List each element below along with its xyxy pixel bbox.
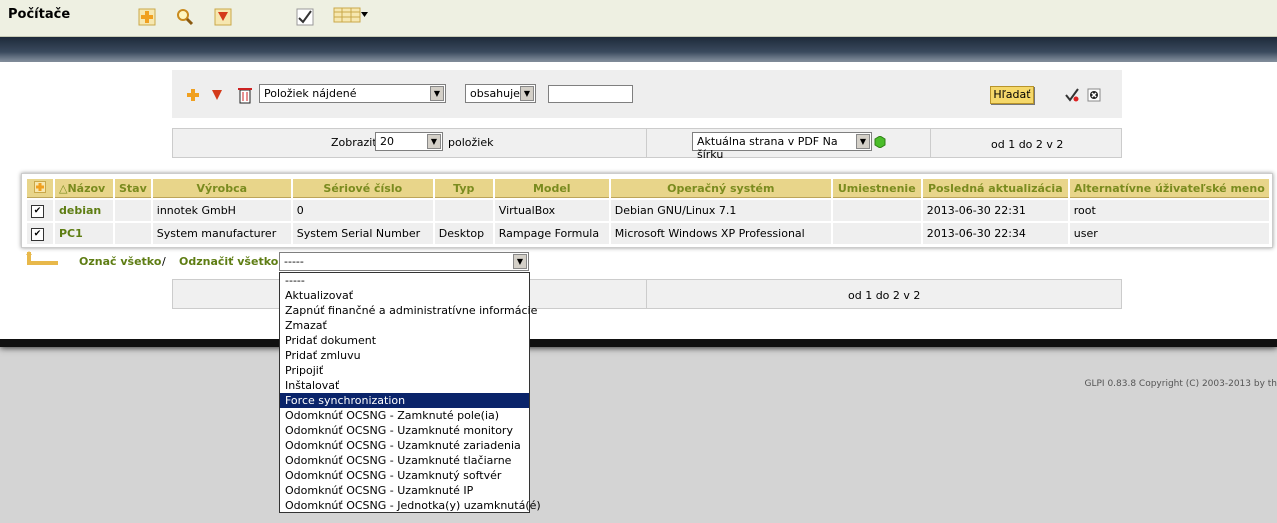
dropdown-option[interactable]: Odomknúť OCSNG - Uzamknuté zariadenia — [280, 438, 529, 453]
cell-status — [115, 223, 151, 244]
col-header-location[interactable]: Umiestnenie — [832, 179, 921, 198]
dropdown-option[interactable]: Odomknúť OCSNG - Uzamknuté IP — [280, 483, 529, 498]
massive-action-dropdown: ----- Aktualizovať Zapnúť finančné a admin… — [279, 272, 541, 513]
arrow-up-left-icon — [26, 251, 58, 265]
mark-separator: / — [162, 255, 166, 268]
dropdown-option[interactable]: Odomknúť OCSNG - Jednotka(y) uzamknutá(é… — [280, 498, 541, 513]
chevron-down-icon: ▼ — [513, 254, 527, 269]
export-go-icon[interactable] — [874, 136, 886, 148]
unmark-all-link[interactable]: Odznačiť všetko — [179, 255, 278, 268]
cell-model: Rampage Formula — [494, 223, 609, 244]
cell-serial: 0 — [292, 200, 433, 221]
select-column-icon — [34, 180, 46, 193]
pager-bottom-range: od 1 do 2 v 2 — [848, 289, 921, 302]
col-header-model[interactable]: Model — [494, 179, 609, 198]
col-header-alt-username[interactable]: Alternatívne úživateľské meno — [1069, 179, 1269, 198]
chevron-down-icon: ▼ — [427, 134, 441, 149]
cell-location — [832, 223, 921, 244]
footer-copyright: GLPI 0.83.8 Copyright (C) 2003-2013 by t… — [1084, 379, 1277, 389]
dropdown-option[interactable]: Pridať dokument — [280, 333, 529, 348]
reset-search-icon[interactable] — [1087, 88, 1101, 102]
search-operator-value: obsahuje — [470, 87, 520, 100]
dropdown-option[interactable]: Odomknúť OCSNG - Uzamknuté tlačiarne — [280, 453, 529, 468]
header-stripe — [0, 37, 1277, 62]
results-table: △Názov Stav Výrobca Sériové číslo Typ Mo… — [25, 177, 1271, 246]
cell-status — [115, 200, 151, 221]
col-header-serial[interactable]: Sériové číslo — [292, 179, 433, 198]
cell-manufacturer: innotek GmbH — [152, 200, 291, 221]
dropdown-option[interactable]: Pridať zmluvu — [280, 348, 529, 363]
chevron-down-icon: ▼ — [520, 86, 534, 101]
add-meta-criteria-icon[interactable] — [210, 88, 224, 102]
search-field-select[interactable]: Položiek nájdené ▼ — [259, 84, 446, 103]
table-row: ✔ debian innotek GmbH 0 VirtualBox Debia… — [27, 200, 1269, 221]
bookmark-icon[interactable] — [214, 8, 232, 26]
pager-range: od 1 do 2 v 2 — [991, 138, 1064, 151]
trash-icon[interactable] — [237, 86, 253, 104]
export-select[interactable]: Aktuálna strana v PDF Na šírku ▼ — [692, 132, 872, 161]
computer-name-link[interactable]: PC1 — [55, 223, 113, 244]
add-icon[interactable] — [138, 8, 156, 26]
cell-alt-username: root — [1069, 200, 1269, 221]
table-row: ✔ PC1 System manufacturer System Serial … — [27, 223, 1269, 244]
col-header-name[interactable]: △Názov — [55, 179, 113, 198]
cell-type: Desktop — [434, 223, 493, 244]
dropdown-option[interactable]: Inštalovať — [280, 378, 529, 393]
mark-all-link[interactable]: Označ všetko — [79, 255, 161, 268]
col-header-status[interactable]: Stav — [115, 179, 151, 198]
row-checkbox[interactable]: ✔ — [31, 205, 44, 218]
row-select-cell: ✔ — [27, 200, 53, 221]
columns-icon[interactable] — [333, 7, 369, 23]
massive-action-select[interactable]: ----- ▼ — [279, 252, 529, 271]
cell-manufacturer: System manufacturer — [152, 223, 291, 244]
items-label: položiek — [448, 136, 494, 149]
search-icon[interactable] — [176, 8, 194, 26]
cell-model: VirtualBox — [494, 200, 609, 221]
dropdown-option[interactable]: Aktualizovať — [280, 288, 529, 303]
col-header-type[interactable]: Typ — [434, 179, 493, 198]
cell-alt-username: user — [1069, 223, 1269, 244]
cell-type — [434, 200, 493, 221]
dropdown-option[interactable]: Odomknúť OCSNG - Zamknuté pole(ia) — [280, 408, 529, 423]
save-search-icon[interactable] — [1064, 87, 1080, 103]
per-page-value: 20 — [380, 135, 394, 148]
per-page-select[interactable]: 20 ▼ — [375, 132, 443, 151]
dropdown-option[interactable]: ----- — [280, 273, 529, 288]
col-header-name-label: Názov — [67, 181, 106, 195]
chevron-down-icon: ▼ — [430, 86, 444, 101]
add-criteria-icon[interactable] — [186, 88, 200, 102]
search-operator-select[interactable]: obsahuje ▼ — [465, 84, 536, 103]
pager-top — [172, 128, 1122, 158]
search-query-input[interactable] — [548, 85, 633, 103]
dropdown-option[interactable]: Odomknúť OCSNG - Uzamknutý softvér — [280, 468, 529, 483]
table-header-row: △Názov Stav Výrobca Sériové číslo Typ Mo… — [27, 179, 1269, 198]
col-header-manufacturer[interactable]: Výrobca — [152, 179, 291, 198]
display-label: Zobraziť — [331, 136, 377, 149]
computer-name-link[interactable]: debian — [55, 200, 113, 221]
cell-serial: System Serial Number — [292, 223, 433, 244]
cell-last-update: 2013-06-30 22:34 — [922, 223, 1068, 244]
dropdown-option[interactable]: Pripojiť — [280, 363, 529, 378]
dropdown-option[interactable]: Force synchronization — [280, 393, 529, 408]
dropdown-option[interactable]: Zapnúť finančné a administratívne inform… — [280, 303, 537, 318]
cell-os: Debian GNU/Linux 7.1 — [610, 200, 831, 221]
dropdown-option[interactable]: Zmazať — [280, 318, 529, 333]
select-all-header[interactable] — [27, 179, 53, 198]
results-table-wrapper: △Názov Stav Výrobca Sériové číslo Typ Mo… — [21, 173, 1273, 248]
search-field-value: Položiek nájdené — [264, 87, 357, 100]
col-header-os[interactable]: Operačný systém — [610, 179, 831, 198]
check-icon[interactable] — [296, 8, 314, 26]
dropdown-option[interactable]: Odomknúť OCSNG - Uzamknuté monitory — [280, 423, 529, 438]
col-header-last-update[interactable]: Posledná aktualizácia — [922, 179, 1068, 198]
chevron-down-icon: ▼ — [856, 134, 870, 149]
cell-last-update: 2013-06-30 22:31 — [922, 200, 1068, 221]
cell-location — [832, 200, 921, 221]
massive-action-value: ----- — [284, 255, 304, 268]
main-bottom-border — [0, 339, 1277, 347]
cell-os: Microsoft Windows XP Professional — [610, 223, 831, 244]
row-checkbox[interactable]: ✔ — [31, 228, 44, 241]
row-select-cell: ✔ — [27, 223, 53, 244]
search-button[interactable]: Hľadať — [990, 86, 1034, 104]
page-title: Počítače — [8, 7, 71, 22]
